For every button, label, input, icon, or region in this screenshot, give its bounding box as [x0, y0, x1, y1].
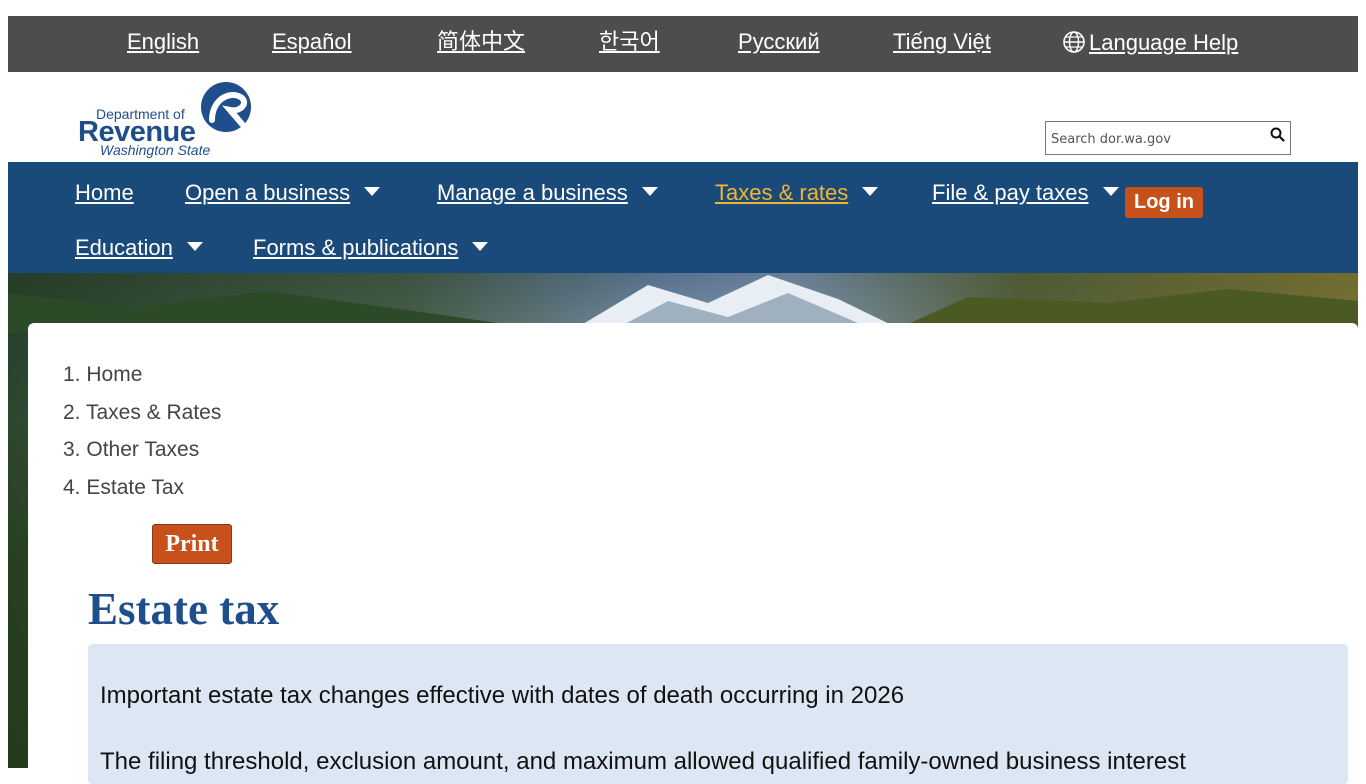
chevron-down-icon[interactable] — [862, 187, 879, 196]
nav-forms-publications[interactable]: Forms & publications — [253, 235, 489, 260]
breadcrumb-number: 1. — [63, 363, 87, 386]
breadcrumb: 1. Home 2. Taxes & Rates 3. Other Taxes … — [63, 356, 221, 506]
nav-open-business-label: Open a business — [185, 180, 351, 205]
search-input[interactable] — [1049, 123, 1263, 155]
breadcrumb-label: Estate Tax — [86, 475, 185, 499]
breadcrumb-label: Taxes & Rates — [85, 400, 222, 424]
main-nav: Home Open a business Manage a business T… — [8, 162, 1358, 273]
nav-taxes-rates[interactable]: Taxes & rates — [715, 180, 879, 205]
logo-washington-state: Washington State — [100, 142, 211, 158]
nav-home-label: Home — [75, 180, 134, 205]
chevron-down-icon[interactable] — [186, 242, 203, 251]
breadcrumb-item[interactable]: 2. Taxes & Rates — [63, 394, 221, 432]
breadcrumb-label: Other Taxes — [86, 438, 200, 461]
breadcrumb-item[interactable]: 1. Home — [63, 356, 221, 394]
lang-english[interactable]: English — [127, 31, 199, 53]
notice-box: Important estate tax changes effective w… — [88, 644, 1348, 784]
nav-taxes-rates-label: Taxes & rates — [715, 180, 849, 205]
breadcrumb-number: 2. — [63, 400, 86, 424]
breadcrumb-item[interactable]: 3. Other Taxes — [63, 431, 221, 469]
nav-education[interactable]: Education — [75, 237, 203, 259]
lang-chinese[interactable]: 简体中文 — [437, 31, 525, 53]
nav-open-business[interactable]: Open a business — [185, 180, 381, 205]
breadcrumb-number: 4. — [63, 475, 87, 499]
breadcrumb-number: 3. — [63, 438, 87, 461]
language-help-label: Language Help — [1089, 30, 1239, 55]
breadcrumb-label: Home — [86, 363, 143, 386]
globe-icon — [1063, 31, 1085, 53]
notice-heading: Important estate tax changes effective w… — [100, 682, 905, 709]
nav-manage-business[interactable]: Manage a business — [437, 182, 658, 204]
chevron-down-icon[interactable] — [641, 187, 658, 196]
page-title: Estate tax — [88, 584, 280, 634]
search-icon[interactable] — [1270, 127, 1285, 142]
nav-forms-publications-label: Forms & publications — [253, 235, 459, 260]
nav-education-label: Education — [75, 235, 173, 260]
chevron-down-icon[interactable] — [364, 187, 381, 196]
content-card: 1. Home 2. Taxes & Rates 3. Other Taxes … — [28, 323, 1358, 784]
lang-espanol[interactable]: Español — [272, 31, 352, 53]
lang-korean[interactable]: 한국어 — [599, 31, 660, 53]
chevron-down-icon[interactable] — [472, 242, 489, 251]
dor-logo[interactable]: Department of Revenue Washington State — [76, 80, 266, 158]
search-box — [1045, 121, 1291, 155]
site-header: Department of Revenue Washington State — [8, 72, 1358, 162]
lang-vietnamese[interactable]: Tiếng Việt — [893, 31, 991, 53]
logo-mark-icon — [201, 82, 251, 132]
language-help-link[interactable]: Language Help — [1063, 31, 1238, 54]
nav-home[interactable]: Home — [75, 182, 134, 204]
lang-russian[interactable]: Русский — [738, 31, 820, 53]
breadcrumb-item: 4. Estate Tax — [63, 469, 221, 507]
notice-body: The filing threshold, exclusion amount, … — [100, 748, 1186, 775]
nav-file-pay[interactable]: File & pay taxes — [932, 182, 1119, 204]
print-button[interactable]: Print — [152, 524, 232, 564]
nav-manage-business-label: Manage a business — [437, 180, 628, 205]
language-bar: English Español 简体中文 한국어 Русский Tiếng V… — [8, 16, 1358, 72]
nav-file-pay-label: File & pay taxes — [932, 180, 1089, 205]
login-button[interactable]: Log in — [1125, 187, 1203, 218]
chevron-down-icon[interactable] — [1102, 187, 1119, 196]
